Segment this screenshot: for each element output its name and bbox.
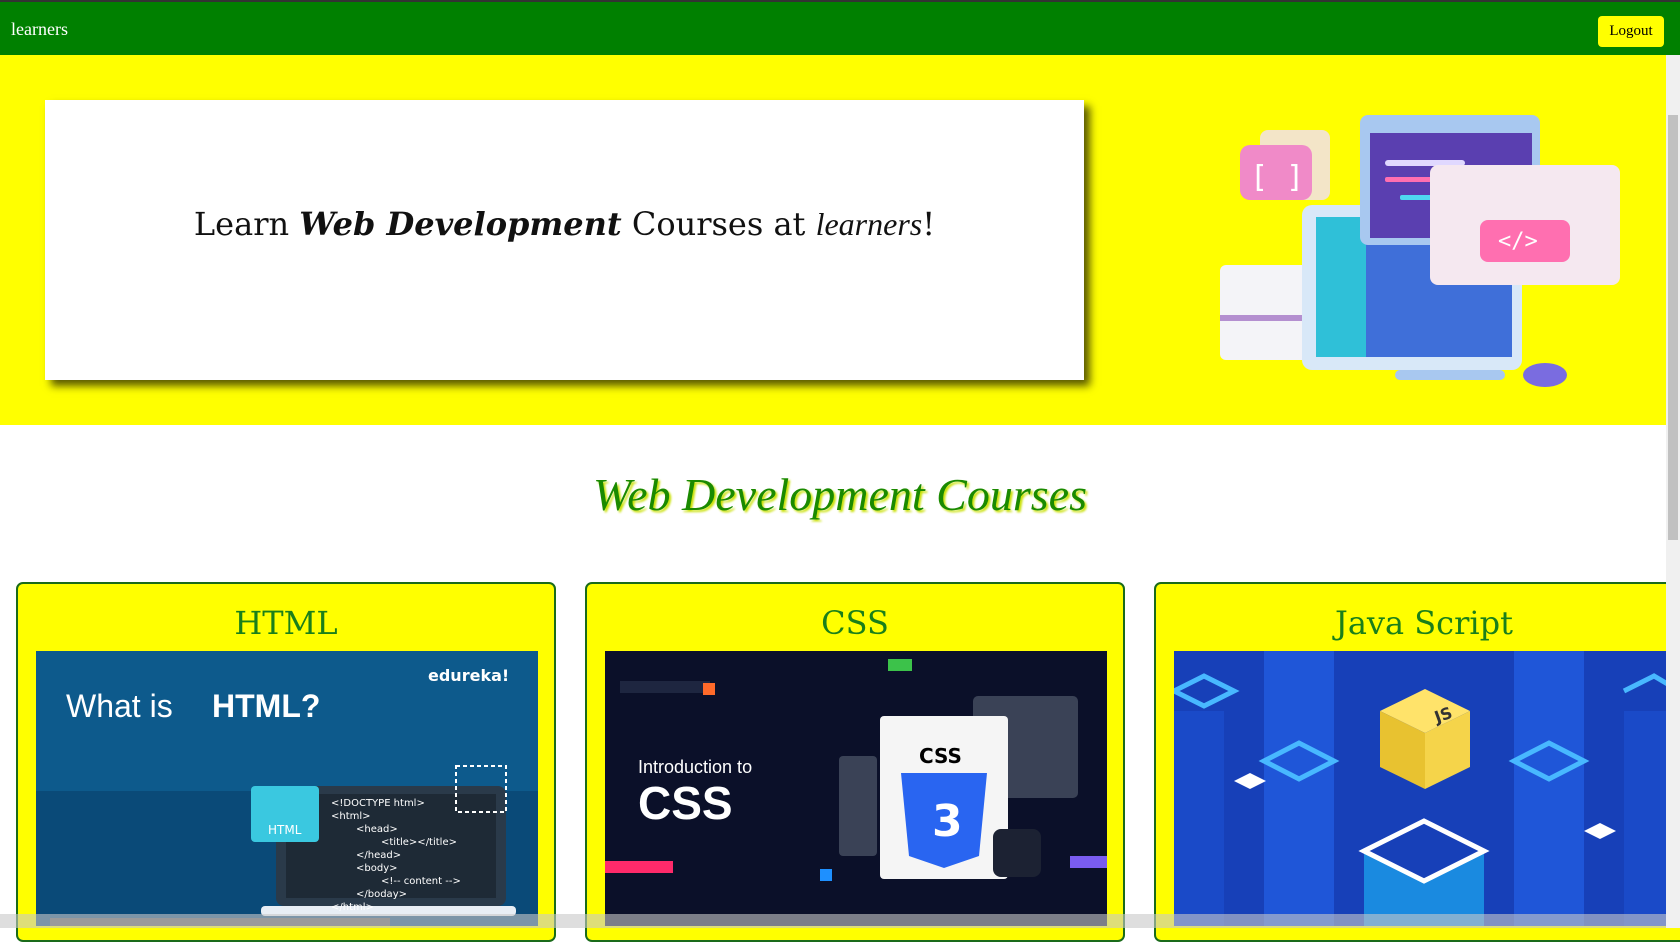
- svg-text:</html>: </html>: [331, 902, 374, 913]
- course-image-html[interactable]: edureka! What is HTML? HTML <!DOCTYPE ht…: [36, 651, 538, 926]
- svg-text:HTML?: HTML?: [212, 688, 320, 724]
- course-image-css[interactable]: Introduction to CSS CSS 3: [605, 651, 1107, 926]
- hero-title-brand: learners: [815, 206, 923, 242]
- hero-title: Learn Web Development Courses at learner…: [194, 205, 935, 243]
- course-card-html[interactable]: HTML edureka! What is HTML? HTML <!DOCTY…: [16, 582, 556, 942]
- horizontal-scrollbar[interactable]: [0, 914, 1666, 928]
- hero-title-middle: Courses at: [621, 205, 816, 243]
- hero-title-bold: Web Development: [299, 205, 622, 243]
- svg-text:CSS: CSS: [638, 777, 733, 829]
- svg-text:3: 3: [932, 796, 963, 847]
- course-card-css[interactable]: CSS Introduction to CSS CSS 3: [585, 582, 1125, 942]
- computer-illustration: [ ] </>: [1220, 115, 1620, 387]
- course-card-javascript[interactable]: Java Script JS: [1154, 582, 1680, 942]
- top-navbar: learners Logout: [0, 0, 1680, 55]
- hero-banner: Learn Web Development Courses at learner…: [0, 55, 1666, 425]
- course-title[interactable]: HTML: [18, 604, 554, 642]
- svg-text:[ ]: [ ]: [1250, 160, 1304, 195]
- logout-button[interactable]: Logout: [1598, 16, 1664, 47]
- vertical-scrollbar[interactable]: [1666, 55, 1680, 928]
- hero-card: Learn Web Development Courses at learner…: [45, 100, 1084, 380]
- svg-text:HTML: HTML: [268, 823, 302, 837]
- svg-text:</>: </>: [1498, 229, 1538, 254]
- svg-text:What is: What is: [66, 688, 173, 724]
- svg-text:<!-- content -->: <!-- content -->: [381, 876, 461, 887]
- course-image-javascript[interactable]: JS: [1174, 651, 1676, 926]
- brand-logo-text[interactable]: learners: [11, 19, 68, 40]
- svg-text:Introduction to: Introduction to: [638, 757, 752, 777]
- svg-text:<title></title>: <title></title>: [381, 837, 457, 848]
- svg-text:edureka!: edureka!: [428, 666, 509, 685]
- svg-text:<head>: <head>: [356, 824, 398, 835]
- svg-text:</head>: </head>: [356, 850, 401, 861]
- hero-title-prefix: Learn: [193, 205, 300, 243]
- svg-text:<html>: <html>: [331, 811, 371, 822]
- hero-title-suffix: !: [922, 205, 936, 243]
- vertical-scrollbar-thumb[interactable]: [1668, 115, 1678, 540]
- svg-text:</boday>: </boday>: [356, 889, 407, 900]
- svg-text:<!DOCTYPE html>: <!DOCTYPE html>: [331, 798, 425, 809]
- course-title[interactable]: Java Script: [1156, 604, 1680, 642]
- svg-text:CSS: CSS: [919, 744, 962, 768]
- course-title[interactable]: CSS: [587, 604, 1123, 642]
- section-title: Web Development Courses: [593, 469, 1087, 520]
- horizontal-scrollbar-thumb[interactable]: [50, 918, 390, 926]
- svg-text:<body>: <body>: [356, 863, 398, 874]
